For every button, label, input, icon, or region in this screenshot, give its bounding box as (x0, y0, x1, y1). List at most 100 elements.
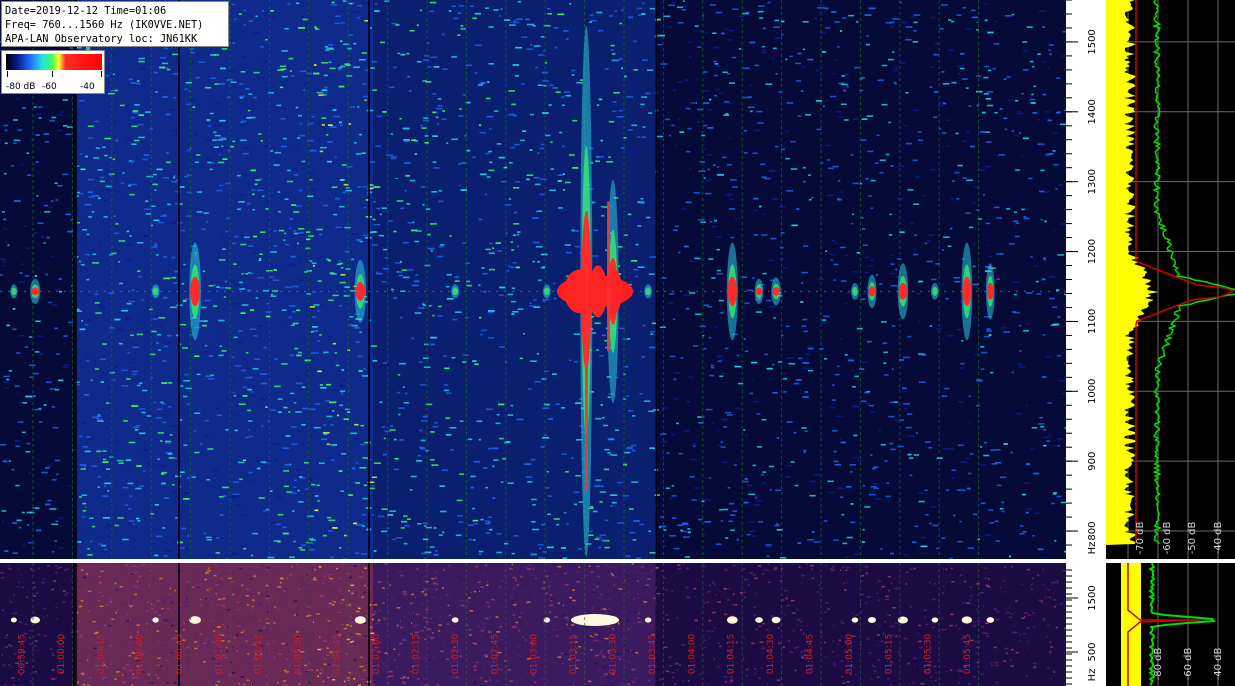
frequency-tick-label: 1200 (1087, 239, 1098, 264)
overview-echo (726, 616, 738, 624)
overview-frequency-label: 500 (1087, 642, 1098, 661)
time-tick-label: 01:03:45 (648, 634, 658, 674)
overview-echo (30, 616, 40, 624)
overview-echo (451, 617, 459, 623)
overview-echo (986, 617, 995, 623)
db-tick-label: -60 dB (1162, 522, 1173, 555)
time-tick-label: 01:02:15 (412, 634, 422, 674)
overview-echo (152, 617, 159, 623)
frequency-tick-label: 1300 (1087, 169, 1098, 194)
overview-echo (931, 617, 939, 623)
frequency-tick-label: 800 (1087, 522, 1098, 541)
db-tick-label: -40 dB (1213, 522, 1224, 555)
meteor-echo (542, 284, 551, 299)
overview-burst (571, 614, 619, 626)
time-tick-label: 01:05:45 (963, 634, 973, 674)
overview-echo (771, 616, 781, 624)
header-info-box: Date=2019-12-12 Time=01:06 Freq= 760...1… (1, 1, 229, 47)
meteor-echo (867, 274, 877, 309)
meteor-echo (189, 242, 201, 341)
meteor-echo (451, 284, 460, 299)
meteor-echo (726, 242, 738, 341)
date-time-text: Date=2019-12-12 Time=01:06 (5, 5, 167, 17)
observatory-text: APA-LAN Observatory loc: JN61KK (5, 33, 198, 45)
meteor-echo (354, 259, 367, 323)
time-tick-label: 00:59:45 (18, 634, 28, 674)
time-tick-label: 01:04:45 (806, 634, 816, 674)
scale-label-max: -40 (80, 82, 95, 92)
overview-db-label: -60 dB (1183, 648, 1194, 681)
spectrum-profile: -70 dB -60 dB -50 dB -40 dB (1106, 0, 1235, 559)
time-tick-label: 01:00:30 (136, 634, 146, 675)
overview-band (74, 563, 310, 686)
frequency-tick-label: 1100 (1087, 309, 1098, 334)
frequency-axis: 800 900 1000 1100 1200 1300 1400 1500 Hz (1066, 0, 1106, 559)
meteor-echo (771, 277, 781, 306)
overview-echo (961, 616, 973, 624)
time-tick-label: 01:00:00 (57, 634, 67, 675)
db-tick-label: -50 dB (1187, 522, 1198, 555)
time-tick-label: 01:02:30 (451, 634, 461, 675)
time-tick-label: 01:05:00 (845, 634, 855, 675)
time-tick-label: 01:01:30 (293, 634, 303, 675)
meteor-echo (30, 278, 41, 304)
overview-axis-unit: Hz (1087, 669, 1098, 682)
time-tick-label: 01:02:00 (372, 634, 382, 675)
scale-tick (101, 71, 102, 77)
dark-stripe (368, 0, 370, 559)
overview-db-label: -40 dB (1213, 648, 1224, 681)
scale-label-mid: -60 (42, 82, 57, 92)
time-tick-label: 01:01:00 (215, 634, 225, 675)
time-tick-label: 01:00:15 (96, 634, 106, 674)
axis-unit-label: Hz (1087, 542, 1098, 555)
time-tick-label: 01:02:45 (490, 634, 500, 674)
frequency-tick-label: 1400 (1087, 99, 1098, 124)
time-tick-label: 01:05:30 (924, 634, 934, 675)
time-tick-label: 01:01:45 (333, 634, 343, 674)
meteor-echo (985, 263, 995, 320)
overview-echo (867, 617, 876, 623)
meteor-echo (851, 282, 859, 300)
frequency-range-text: Freq= 760...1560 Hz (IK0VVE.NET) (5, 19, 204, 31)
time-tick-label: 01:03:00 (530, 634, 540, 675)
waterfall-display: 800 900 1000 1100 1200 1300 1400 1500 Hz 500 1500… (0, 0, 1235, 686)
overview-frequency-axis: 500 1500 Hz (1066, 563, 1106, 686)
meteor-echo (754, 278, 764, 304)
frequency-tick-label: 1500 (1087, 29, 1098, 54)
color-scale-bar (6, 54, 102, 70)
time-tick-label: 01:03:30 (609, 634, 619, 675)
overview-echo (851, 617, 859, 623)
color-scale-legend: -80 dB -60 -40 (1, 50, 105, 94)
frequency-tick-label: 900 (1087, 452, 1098, 471)
dark-stripe (656, 0, 657, 559)
meteor-echo (897, 263, 909, 320)
dark-stripe (178, 0, 180, 559)
main-spectrogram (0, 0, 1066, 559)
frequency-tick-label: 1000 (1087, 379, 1098, 404)
overview-profile: -80 dB -60 dB -40 dB (1106, 563, 1235, 686)
scale-label-min: -80 dB (6, 82, 36, 92)
overview-echo (354, 616, 366, 624)
scale-tick (52, 71, 53, 77)
overview-echo (543, 617, 551, 623)
time-tick-label: 01:04:00 (687, 634, 697, 675)
overview-frequency-label: 1500 (1087, 585, 1098, 610)
meteor-echo (151, 284, 160, 299)
overview-echo (10, 617, 17, 623)
scale-tick (7, 71, 8, 77)
time-tick-label: 01:03:15 (569, 634, 579, 674)
meteor-echo (644, 284, 653, 299)
overview-echo (644, 617, 652, 623)
time-tick-label: 01:01:15 (254, 634, 264, 674)
time-tick-label: 01:04:30 (766, 634, 776, 675)
overview-echo (755, 617, 763, 623)
meteor-echo (930, 282, 939, 300)
db-tick-label: -70 dB (1135, 522, 1146, 555)
time-tick-label: 01:05:15 (884, 634, 894, 674)
time-tick-label: 01:04:15 (727, 634, 737, 674)
overview-db-label: -80 dB (1153, 648, 1164, 681)
meteor-echo (10, 284, 18, 299)
meteor-echo (961, 242, 973, 341)
time-tick-label: 01:00:45 (175, 634, 185, 674)
panel-divider (0, 559, 1235, 563)
